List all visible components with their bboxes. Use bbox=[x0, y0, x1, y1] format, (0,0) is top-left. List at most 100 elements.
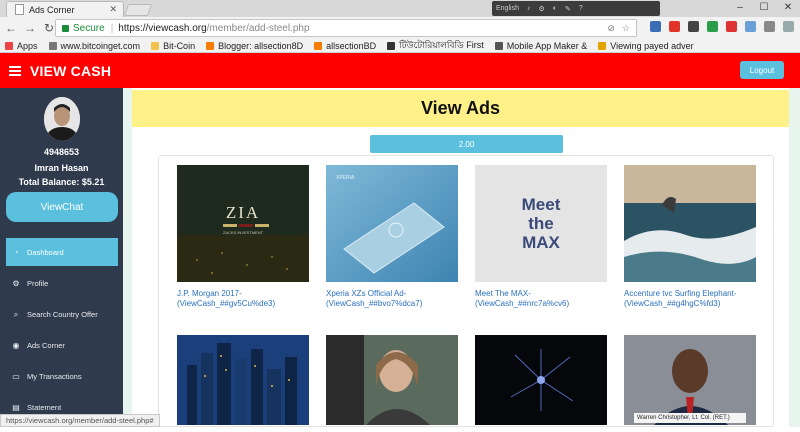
search-icon: ⌕ bbox=[13, 309, 19, 319]
bookmark-item[interactable]: Apps bbox=[5, 41, 38, 51]
bookmark-favicon-icon bbox=[206, 41, 215, 50]
bookmark-favicon-icon bbox=[314, 41, 323, 50]
extension-icon[interactable] bbox=[669, 21, 680, 32]
browser-titlebar: Ads Corner ✕ English ♪ ⚙ ◐ ✎ ? – ☐ ✕ bbox=[0, 0, 800, 17]
ad-card[interactable] bbox=[177, 335, 309, 432]
lock-icon bbox=[62, 24, 69, 32]
ad-card[interactable]: Meet the MAX Meet The MAX-(ViewCash_##nr… bbox=[475, 165, 607, 309]
url-host: https://viewcash.org bbox=[118, 22, 207, 34]
maximize-icon[interactable]: ☐ bbox=[752, 0, 776, 17]
tab-close-icon[interactable]: ✕ bbox=[109, 4, 117, 15]
bookmark-item[interactable]: টিউটোরিয়ালবিডি First bbox=[387, 39, 484, 52]
ad-title-link[interactable]: Accenture tvc Surfing Elephant-(ViewCash… bbox=[624, 289, 756, 309]
bookmark-favicon-icon bbox=[494, 41, 503, 50]
bookmark-label: Bit-Coin bbox=[163, 40, 196, 51]
main-content: View Ads 2.00 ZIA ZACKS INVESTMENT J.P. … bbox=[123, 88, 800, 427]
forward-icon[interactable]: → bbox=[22, 21, 38, 35]
eye-icon: ◉ bbox=[12, 341, 20, 350]
sidebar: 4948653 Imran Hasan Total Balance: $5.21… bbox=[0, 88, 123, 427]
ad-card[interactable]: XPERIA Xperia XZs Official Ad-(ViewCash_… bbox=[326, 165, 458, 309]
viewchat-button[interactable]: ViewChat bbox=[6, 192, 118, 222]
bookmark-label: Mobile App Maker & bbox=[506, 40, 588, 51]
apps-grid-icon bbox=[5, 41, 13, 50]
bookmark-item[interactable]: Blogger: allsection8D bbox=[206, 41, 303, 51]
sidebar-item-my-transactions[interactable]: ▭ My Transactions bbox=[6, 361, 118, 392]
ads-grid: ZIA ZACKS INVESTMENT J.P. Morgan 2017-(V… bbox=[158, 155, 774, 427]
gear-icon: ⚙ bbox=[12, 279, 20, 288]
bookmark-label: টিউটোরিয়ালবিডি First bbox=[399, 40, 484, 50]
dashboard-icon: ◔ bbox=[13, 247, 19, 257]
new-tab-button[interactable] bbox=[123, 4, 153, 16]
extension-icons bbox=[650, 21, 800, 32]
ad-card[interactable] bbox=[475, 335, 607, 432]
bookmark-item[interactable]: Mobile App Maker & bbox=[494, 40, 588, 51]
sidebar-item-label: Profile bbox=[27, 279, 49, 288]
ad-thumbnail[interactable]: Meet the MAX bbox=[475, 165, 607, 282]
bookmark-label: Viewing payed adver bbox=[610, 40, 694, 51]
ad-thumbnail[interactable] bbox=[475, 335, 607, 425]
bookmark-star-icon[interactable]: ☆ bbox=[622, 23, 630, 34]
page-favicon-icon bbox=[15, 4, 24, 15]
bookmark-item[interactable]: Viewing payed adver bbox=[598, 40, 694, 51]
logout-button[interactable]: Logout bbox=[740, 61, 784, 79]
ad-thumbnail[interactable] bbox=[624, 165, 756, 282]
extension-icon[interactable] bbox=[726, 21, 737, 32]
omnibox-icons: ⊘ ☆ bbox=[607, 23, 630, 34]
brand-title[interactable]: VIEW CASH bbox=[30, 63, 111, 79]
browser-tab[interactable]: Ads Corner ✕ bbox=[6, 1, 124, 17]
sidebar-item-label: Ads Corner bbox=[27, 341, 65, 350]
toolbar-icon[interactable]: ? bbox=[579, 5, 583, 12]
ad-title-link[interactable]: J.P. Morgan 2017-(ViewCash_##gv5Cu%de3) bbox=[177, 289, 309, 309]
ad-thumbnail[interactable] bbox=[326, 335, 458, 425]
bookmark-item[interactable]: Bit-Coin bbox=[151, 41, 195, 51]
toolbar-icon[interactable]: ✎ bbox=[565, 5, 571, 13]
rate-badge[interactable]: 2.00 bbox=[370, 135, 563, 153]
extension-icon[interactable] bbox=[707, 21, 718, 32]
bookmark-label: www.bitcoinget.com bbox=[60, 40, 141, 51]
bookmark-item[interactable]: www.bitcoinget.com bbox=[48, 40, 141, 51]
ad-thumbnail[interactable]: XPERIA bbox=[326, 165, 458, 282]
toolbar-icon[interactable]: ♪ bbox=[527, 5, 531, 12]
page-title-bar: View Ads bbox=[132, 90, 789, 127]
extension-icon[interactable] bbox=[783, 21, 794, 32]
block-icon[interactable]: ⊘ bbox=[607, 23, 615, 34]
sidebar-item-dashboard[interactable]: ◔ Dashboard bbox=[6, 238, 118, 266]
extension-icon[interactable] bbox=[688, 21, 699, 32]
ad-thumbnail-subtext: XPERIA bbox=[336, 175, 355, 181]
toolbar-icon[interactable]: ◐ bbox=[553, 5, 557, 12]
secure-label: Secure bbox=[73, 22, 105, 34]
user-name: Imran Hasan bbox=[34, 163, 89, 173]
ad-thumbnail[interactable]: ZIA ZACKS INVESTMENT bbox=[177, 165, 309, 282]
toolbar-icon[interactable]: ⚙ bbox=[538, 5, 544, 13]
status-bar: https://viewcash.org/member/add-steel.ph… bbox=[0, 414, 160, 427]
page-title: View Ads bbox=[420, 98, 501, 118]
bookmark-item[interactable]: allsectionBD bbox=[314, 41, 376, 51]
hamburger-menu-icon[interactable] bbox=[9, 65, 21, 76]
extension-icon[interactable] bbox=[650, 21, 661, 32]
ad-title-link[interactable]: Xperia XZs Official Ad-(ViewCash_##bvo7%… bbox=[326, 289, 458, 309]
address-bar[interactable]: Secure | https://viewcash.org/member/add… bbox=[55, 19, 637, 37]
ad-card[interactable]: ZIA ZACKS INVESTMENT J.P. Morgan 2017-(V… bbox=[177, 165, 309, 309]
sidebar-item-ads-corner[interactable]: ◉ Ads Corner bbox=[6, 330, 118, 361]
extension-icon[interactable] bbox=[745, 21, 756, 32]
content-panel: View Ads 2.00 ZIA ZACKS INVESTMENT J.P. … bbox=[132, 88, 789, 427]
minimize-icon[interactable]: – bbox=[728, 0, 752, 17]
sidebar-item-profile[interactable]: ⚙ Profile bbox=[6, 268, 118, 299]
ad-card[interactable]: Accenture tvc Surfing Elephant-(ViewCash… bbox=[624, 165, 756, 309]
back-icon[interactable]: ← bbox=[3, 21, 19, 35]
extension-icon[interactable] bbox=[764, 21, 775, 32]
total-balance: Total Balance: $5.21 bbox=[18, 177, 105, 187]
language-label[interactable]: English bbox=[496, 5, 519, 12]
ad-card[interactable] bbox=[326, 335, 458, 432]
ad-thumbnail-text: ZIA bbox=[225, 203, 261, 222]
bookmark-label: allsectionBD bbox=[326, 40, 377, 51]
sidebar-item-search-country-offer[interactable]: ⌕ Search Country Offer bbox=[6, 299, 118, 330]
ad-title-link[interactable]: Meet The MAX-(ViewCash_##nrc7a%cv6) bbox=[475, 289, 607, 309]
ad-thumbnail[interactable] bbox=[177, 335, 309, 425]
user-id: 4948653 bbox=[43, 147, 80, 157]
sidebar-item-label: Search Country Offer bbox=[27, 310, 98, 319]
ad-card[interactable]: Warren Christopher, Lt. Col. (RET.) bbox=[624, 335, 756, 432]
ad-thumbnail[interactable]: Warren Christopher, Lt. Col. (RET.) bbox=[624, 335, 756, 425]
bookmark-label: Blogger: allsection8D bbox=[218, 40, 304, 51]
close-window-icon[interactable]: ✕ bbox=[776, 0, 800, 17]
